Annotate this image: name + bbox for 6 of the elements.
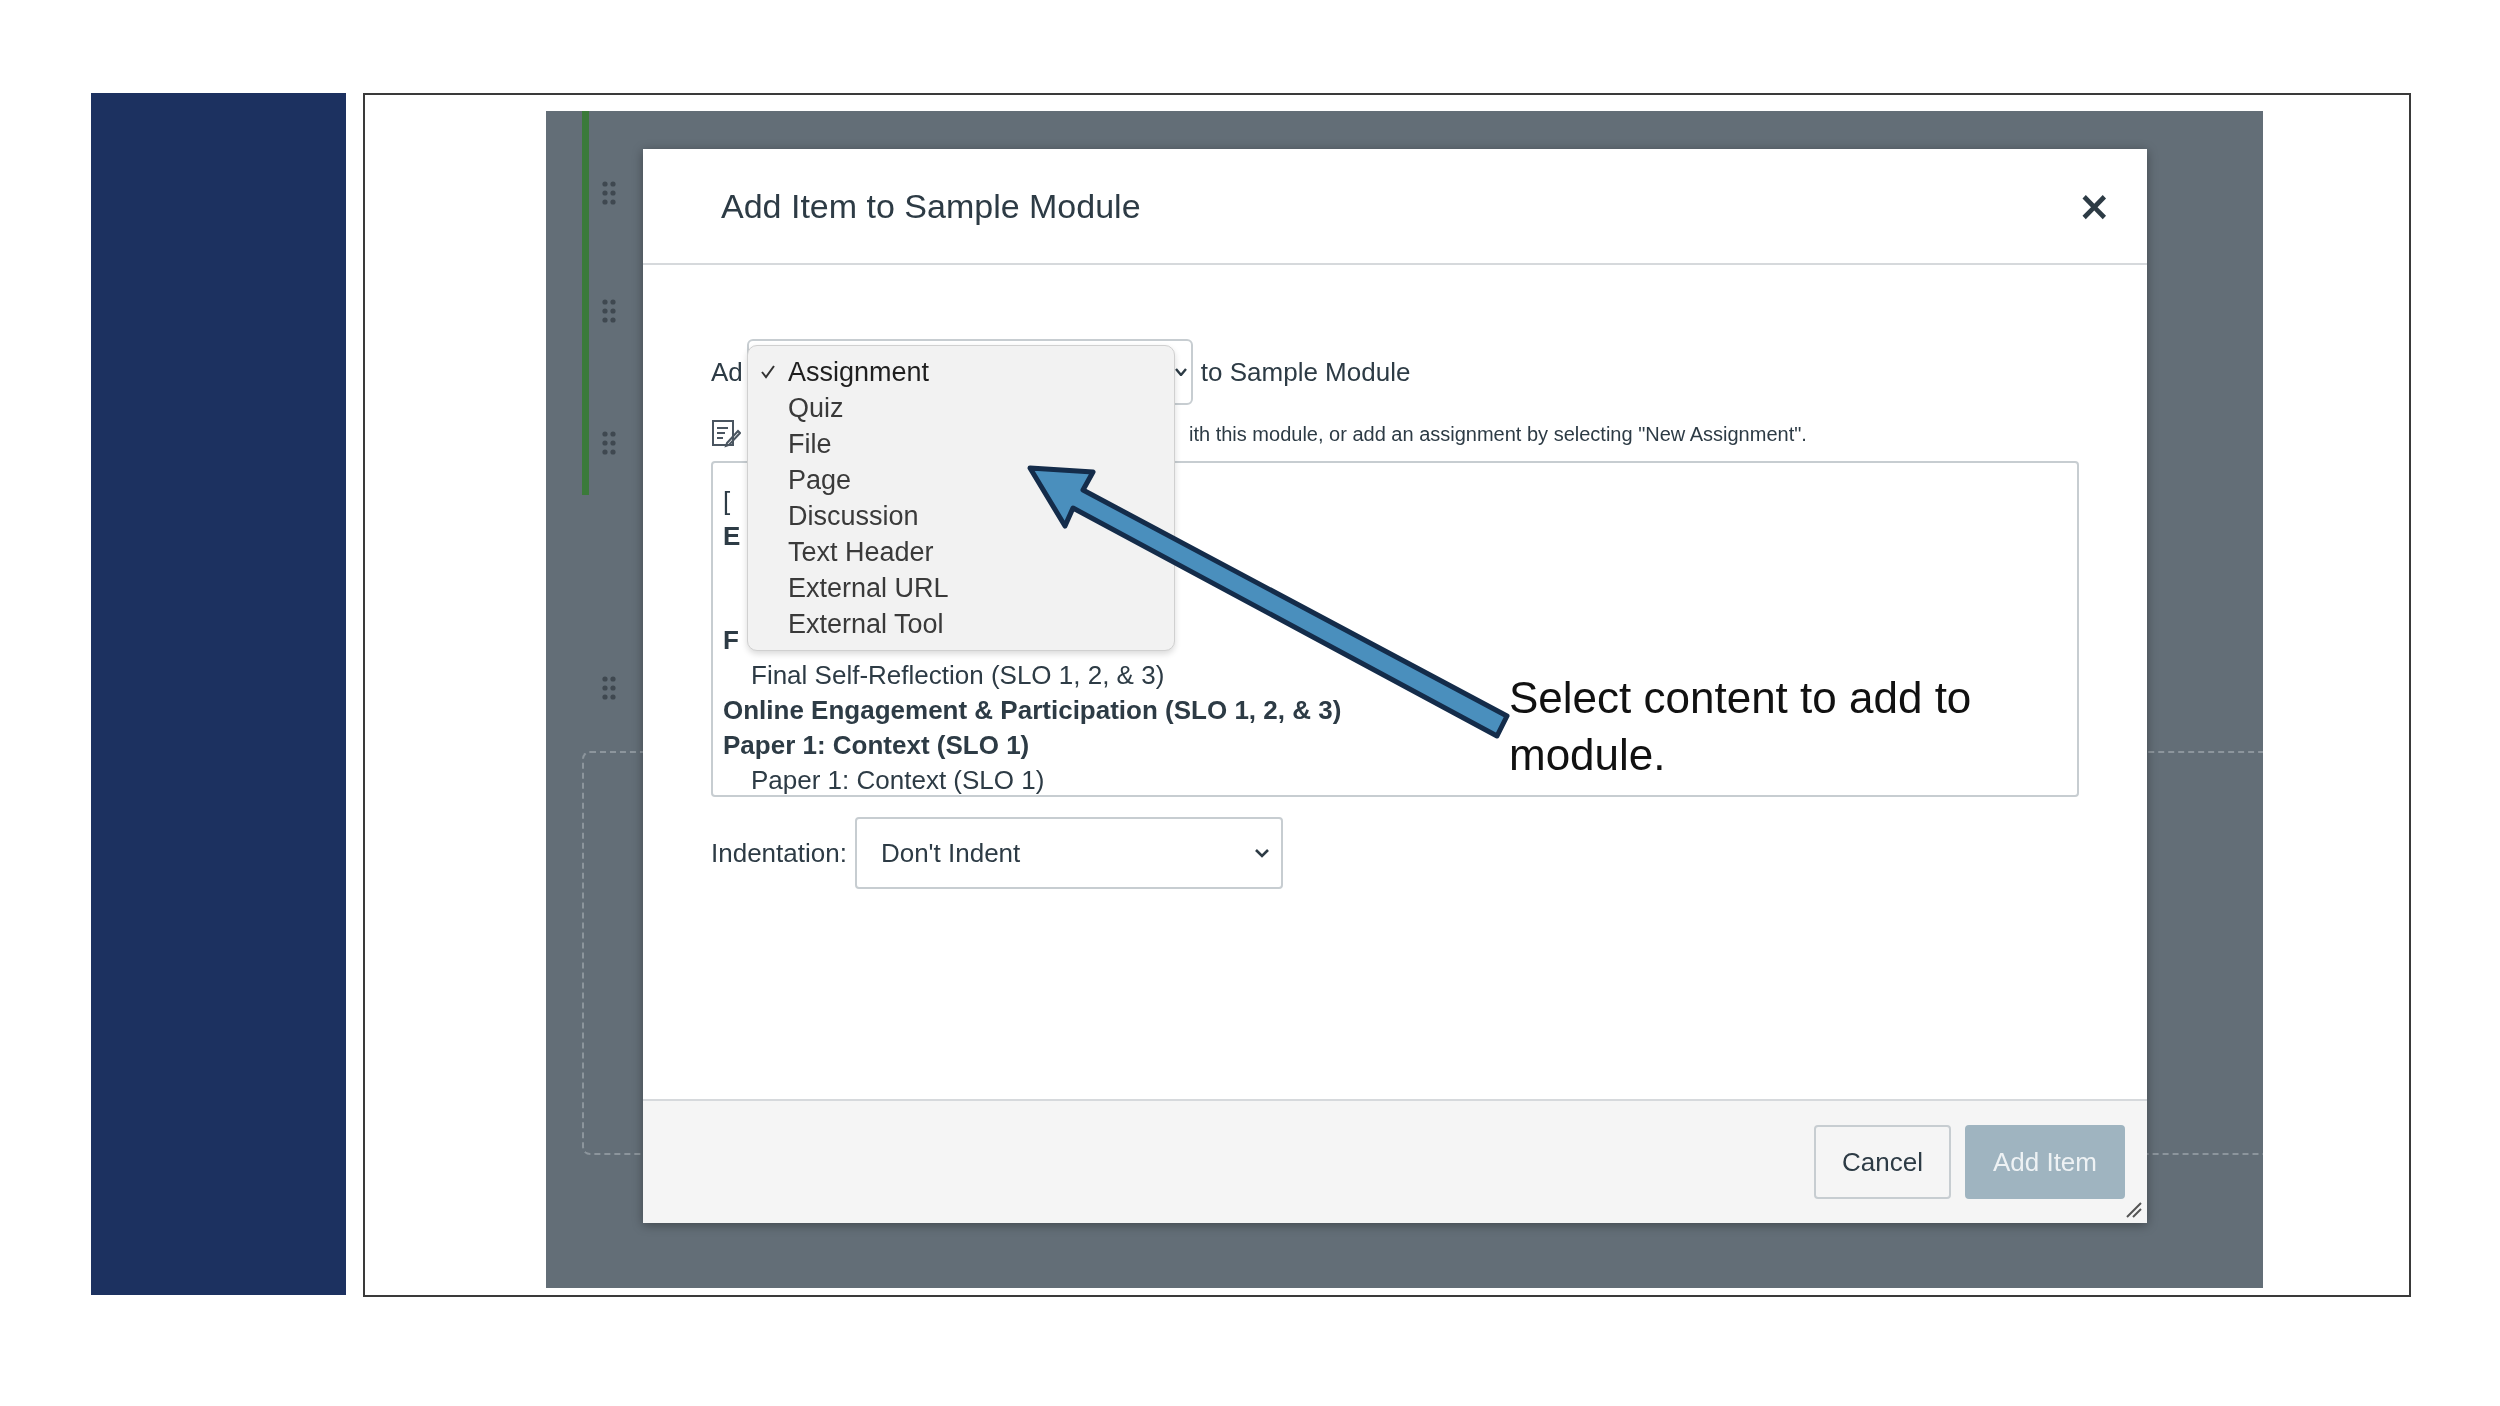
indentation-label: Indentation: — [711, 837, 847, 869]
target-label: to Sample Module — [1200, 356, 1411, 388]
dialog-title: Add Item to Sample Module — [721, 186, 1141, 226]
caption-text: Select content to add to module. — [1509, 672, 1973, 781]
hint-text: ith this module, or add an assignment by selecting "New Assignment". — [1189, 422, 1807, 446]
add-label: Ad — [711, 356, 743, 388]
